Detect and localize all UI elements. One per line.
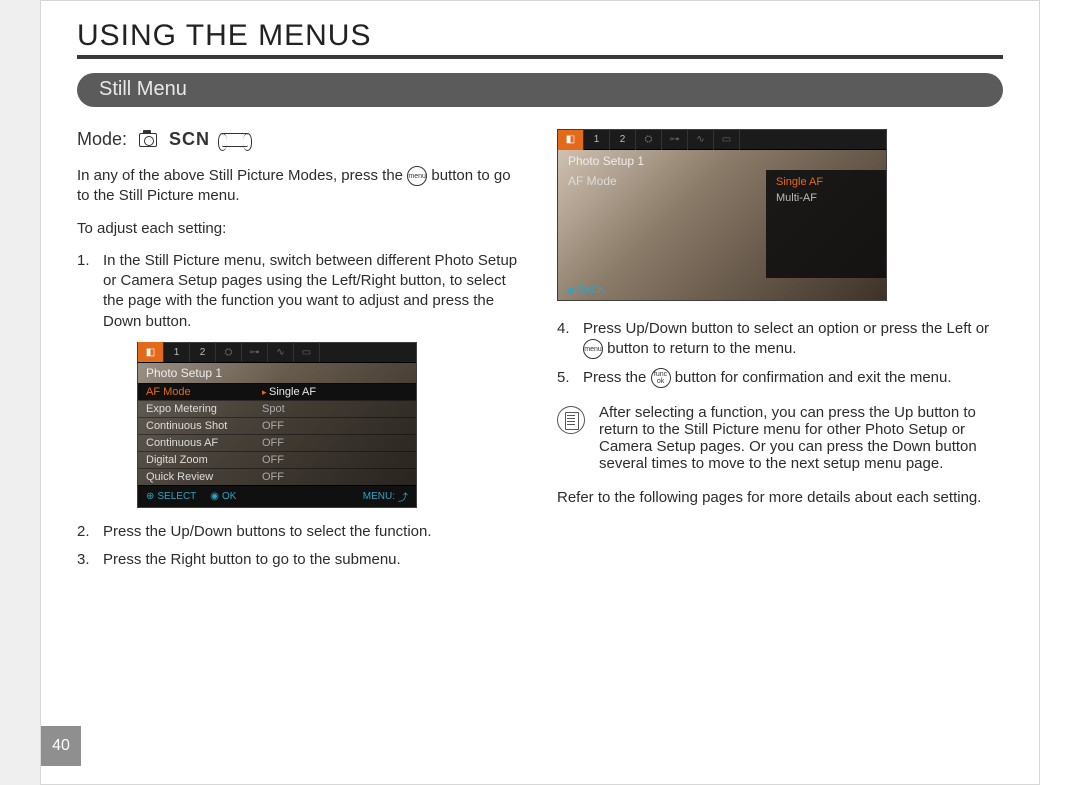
- adjust-label: To adjust each setting:: [77, 219, 523, 239]
- mode-label: Mode:: [77, 129, 127, 150]
- lcd1-tab-wave-icon: ∿: [268, 342, 294, 362]
- left-column: Mode: SCN In any of the above Still Pict…: [77, 129, 523, 578]
- lcd1-tab-key-icon: ⊶: [242, 342, 268, 362]
- menu-button-icon: menu: [583, 339, 603, 359]
- lcd1-footer: ⊕ SELECT ◉ OK MENU: ⤴: [138, 485, 416, 507]
- lcd1-tab-screen-icon: ▭: [294, 342, 320, 362]
- lcd-submenu: ◧ 1 2 ⛭ ⊶ ∿ ▭ Photo Setup 1 AF Mode Sing…: [557, 129, 887, 301]
- lcd1-tab-wrench-icon: ⛭: [216, 342, 242, 362]
- section-title: Still Menu: [99, 78, 187, 100]
- panorama-icon: [222, 133, 248, 147]
- lcd1-foot-ok: ◉ OK: [210, 491, 236, 502]
- step-3: 3. Press the Right button to go to the s…: [77, 550, 523, 570]
- step-5: 5. Press the func ok button for confirma…: [557, 368, 1003, 388]
- page-number: 40: [41, 726, 81, 766]
- lcd1-foot-select: ⊕ SELECT: [146, 491, 196, 502]
- lcd1-row-contaf: Continuous AF OFF: [138, 434, 416, 451]
- camera-icon: [139, 133, 157, 147]
- lcd1-row-expo: Expo Metering Spot: [138, 400, 416, 417]
- lcd1-foot-menu: MENU: ⤴: [363, 489, 408, 504]
- note-text: After selecting a function, you can pres…: [599, 404, 1003, 472]
- lcd1-row-zoom: Digital Zoom OFF: [138, 451, 416, 468]
- lcd1-tab-camera-icon: ◧: [138, 342, 164, 362]
- lcd1-tab-2: 2: [190, 342, 216, 362]
- lcd2-opt-single: Single AF: [776, 174, 876, 190]
- mode-scn: SCN: [169, 129, 210, 150]
- page-heading: USING THE MENUS: [77, 19, 1003, 53]
- lcd2-tab-camera-icon: ◧: [558, 130, 584, 150]
- manual-page: USING THE MENUS Still Menu Mode: SCN In …: [40, 0, 1040, 785]
- intro-paragraph: In any of the above Still Picture Modes,…: [77, 166, 523, 207]
- lcd1-row-review: Quick Review OFF: [138, 468, 416, 485]
- lcd2-tabs: ◧ 1 2 ⛭ ⊶ ∿ ▭: [558, 130, 886, 150]
- lcd2-options: Single AF Multi-AF: [766, 170, 886, 278]
- lcd1-tab-1: 1: [164, 342, 190, 362]
- page-title-bar: USING THE MENUS: [77, 19, 1003, 59]
- lcd2-header: Photo Setup 1: [558, 150, 886, 172]
- lcd2-opt-multi: Multi-AF: [776, 190, 876, 206]
- lcd1-row-afmode: AF Mode Single AF: [138, 383, 416, 400]
- right-column: ◧ 1 2 ⛭ ⊶ ∿ ▭ Photo Setup 1 AF Mode Sing…: [557, 129, 1003, 578]
- lcd1-tabs: ◧ 1 2 ⛭ ⊶ ∿ ▭: [138, 343, 416, 363]
- step-2: 2. Press the Up/Down buttons to select t…: [77, 522, 523, 542]
- func-ok-button-icon: func ok: [651, 368, 671, 388]
- note-block: After selecting a function, you can pres…: [557, 404, 1003, 472]
- note-icon: [557, 406, 585, 434]
- refer-paragraph: Refer to the following pages for more de…: [557, 488, 1003, 508]
- section-pill: Still Menu: [77, 73, 1003, 107]
- step-1: 1. In the Still Picture menu, switch bet…: [77, 251, 523, 332]
- menu-button-icon: menu: [407, 166, 427, 186]
- lcd-still-menu: ◧ 1 2 ⛭ ⊶ ∿ ▭ Photo Setup 1 AF Mode Sing…: [137, 342, 417, 508]
- lcd1-header: Photo Setup 1: [138, 363, 416, 383]
- step-4: 4. Press Up/Down button to select an opt…: [557, 319, 1003, 360]
- mode-line: Mode: SCN: [77, 129, 523, 150]
- lcd1-row-contshot: Continuous Shot OFF: [138, 417, 416, 434]
- lcd2-back: ◀ BACK: [566, 285, 605, 296]
